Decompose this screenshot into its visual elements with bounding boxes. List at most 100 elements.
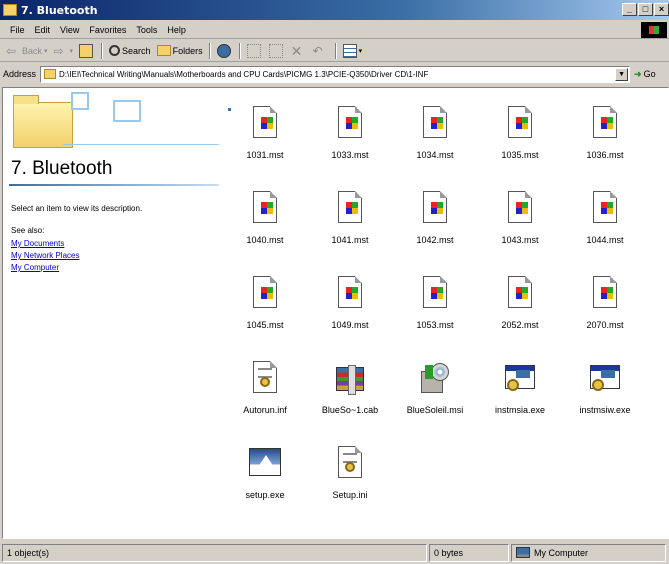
banner-divider — [63, 144, 219, 145]
views-button[interactable]: ▾ — [342, 42, 362, 60]
toolbar-separator — [208, 42, 211, 59]
mst-file-icon — [249, 276, 281, 310]
toolbar-separator — [334, 42, 337, 59]
up-folder-button[interactable] — [79, 42, 95, 60]
file-item[interactable]: BlueSoleil.msi — [395, 361, 475, 443]
file-item[interactable]: 1045.mst — [225, 276, 305, 358]
folder-icon — [44, 69, 57, 79]
maximize-button[interactable]: □ — [638, 3, 653, 16]
file-item[interactable]: Autorun.inf — [225, 361, 305, 443]
exe-program-icon — [589, 361, 621, 395]
mst-file-icon — [589, 191, 621, 225]
forward-button[interactable]: ⇨ ▾ — [54, 42, 74, 60]
ini-file-icon — [334, 446, 366, 480]
mst-file-icon — [334, 276, 366, 310]
pane-title: 7. Bluetooth — [11, 158, 113, 179]
up-folder-icon — [79, 43, 94, 58]
search-button[interactable]: Search — [109, 42, 151, 60]
mst-file-icon — [419, 191, 451, 225]
file-item[interactable]: 1036.mst — [565, 106, 645, 188]
folder-view: 7. Bluetooth Select an item to view its … — [2, 87, 669, 539]
file-item[interactable]: instmsia.exe — [480, 361, 560, 443]
back-label: Back — [22, 45, 43, 56]
file-item[interactable]: 1042.mst — [395, 191, 475, 273]
menu-file[interactable]: File — [10, 25, 25, 35]
menu-view[interactable]: View — [60, 25, 79, 35]
history-button[interactable] — [216, 42, 233, 60]
file-item[interactable]: 1034.mst — [395, 106, 475, 188]
file-item[interactable]: Setup.ini — [310, 446, 390, 528]
file-item[interactable]: 1041.mst — [310, 191, 390, 273]
file-item[interactable]: 1033.mst — [310, 106, 390, 188]
exe-program-icon — [504, 361, 536, 395]
go-button[interactable]: ➜ Go — [634, 69, 656, 80]
file-item[interactable]: 1040.mst — [225, 191, 305, 273]
toolbar-separator — [238, 42, 241, 59]
file-name: 1031.mst — [246, 150, 284, 160]
status-location: My Computer — [534, 547, 589, 558]
mst-file-icon — [334, 106, 366, 140]
mst-file-icon — [504, 106, 536, 140]
file-name: 1044.mst — [586, 235, 624, 245]
go-arrow-icon: ➜ — [634, 68, 642, 79]
copy-to-button[interactable] — [268, 42, 285, 60]
mst-file-icon — [249, 106, 281, 140]
mst-file-icon — [419, 276, 451, 310]
file-item[interactable]: 1044.mst — [565, 191, 645, 273]
menu-edit[interactable]: Edit — [35, 25, 51, 35]
file-name: 1034.mst — [416, 150, 454, 160]
file-name: 1049.mst — [331, 320, 369, 330]
file-item[interactable]: BlueSo~1.cab — [310, 361, 390, 443]
file-name: 1043.mst — [501, 235, 539, 245]
file-item[interactable]: 2070.mst — [565, 276, 645, 358]
toolbar-separator — [101, 42, 104, 59]
folder-icon — [3, 4, 17, 16]
move-to-button[interactable] — [246, 42, 263, 60]
undo-button[interactable]: ↶ — [313, 42, 329, 60]
inf-file-icon — [249, 361, 281, 395]
link-my-documents[interactable]: My Documents — [11, 238, 79, 250]
link-my-computer[interactable]: My Computer — [11, 262, 79, 274]
mst-file-icon — [504, 191, 536, 225]
file-item[interactable]: 1031.mst — [225, 106, 305, 188]
file-item[interactable]: 1043.mst — [480, 191, 560, 273]
see-also-links: My Documents My Network Places My Comput… — [11, 238, 79, 274]
address-dropdown-button[interactable]: ▼ — [615, 67, 629, 81]
file-item[interactable]: 1049.mst — [310, 276, 390, 358]
back-button[interactable]: ⇦ Back ▾ — [6, 42, 48, 60]
minimize-button[interactable]: _ — [622, 3, 637, 16]
file-name: 1045.mst — [246, 320, 284, 330]
delete-icon: ✕ — [290, 42, 303, 59]
file-item[interactable]: 2052.mst — [480, 276, 560, 358]
undo-icon: ↶ — [312, 43, 323, 58]
file-name: 1041.mst — [331, 235, 369, 245]
folders-icon — [156, 45, 171, 56]
file-item[interactable]: 1035.mst — [480, 106, 560, 188]
status-selection: 1 object(s) — [2, 543, 427, 562]
folders-label: Folders — [172, 45, 203, 56]
move-to-icon — [246, 43, 261, 58]
history-icon — [216, 43, 231, 58]
address-input[interactable]: D:\IEI\Technical Writing\Manuals\Motherb… — [40, 65, 631, 83]
mst-file-icon — [504, 276, 536, 310]
close-button[interactable]: × — [654, 3, 669, 16]
back-arrow-icon: ⇦ — [6, 43, 17, 58]
menu-favorites[interactable]: Favorites — [89, 25, 126, 35]
menu-tools[interactable]: Tools — [136, 25, 157, 35]
standard-toolbar: ⇦ Back ▾ ⇨ ▾ Search Folders ✕ ↶ ▾ — [0, 40, 669, 62]
file-item[interactable]: instmsiw.exe — [565, 361, 645, 443]
forward-arrow-icon: ⇨ — [53, 43, 64, 58]
title-underline — [9, 184, 219, 186]
file-item[interactable]: setup.exe — [225, 446, 305, 528]
address-bar: Address D:\IEI\Technical Writing\Manuals… — [0, 63, 669, 85]
menu-help[interactable]: Help — [167, 25, 186, 35]
file-name: Autorun.inf — [243, 405, 287, 415]
mst-file-icon — [589, 106, 621, 140]
folders-button[interactable]: Folders — [156, 42, 203, 60]
delete-button[interactable]: ✕ — [291, 42, 307, 60]
file-item[interactable]: 1053.mst — [395, 276, 475, 358]
views-icon — [342, 43, 357, 58]
mst-file-icon — [589, 276, 621, 310]
address-value: D:\IEI\Technical Writing\Manuals\Motherb… — [59, 69, 429, 79]
link-my-network-places[interactable]: My Network Places — [11, 250, 79, 262]
